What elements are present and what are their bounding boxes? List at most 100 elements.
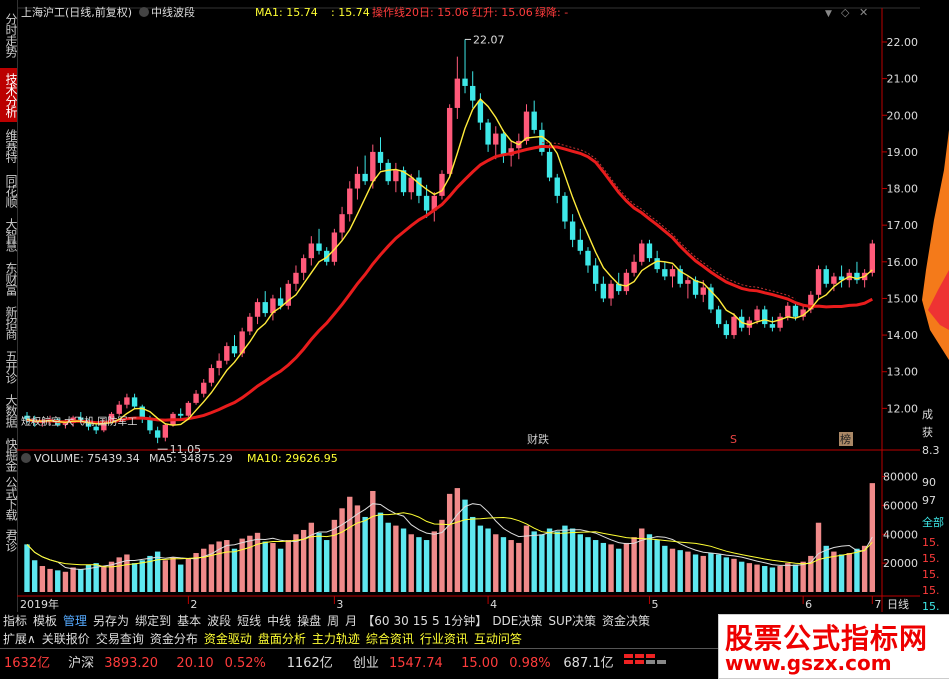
volume-bars xyxy=(24,483,876,592)
ext-item-5[interactable]: 盘面分析 xyxy=(255,630,309,648)
toolbar-item-18[interactable]: SUP决策 xyxy=(545,612,599,630)
volume-bar xyxy=(247,535,253,592)
candle xyxy=(439,170,445,200)
candle xyxy=(201,379,207,398)
candle xyxy=(746,316,753,336)
sidebar-tab-7[interactable]: 五开诊 xyxy=(0,344,18,388)
ext-item-6[interactable]: 主力轨迹 xyxy=(309,630,363,648)
candle xyxy=(662,261,668,281)
volume-bar xyxy=(224,540,230,592)
toolbar-item-19[interactable]: 资金决策 xyxy=(599,612,653,630)
price-tick-label: 13.00 xyxy=(887,366,919,379)
volume-bar xyxy=(685,551,691,592)
candle xyxy=(546,144,553,182)
sidebar-tab-6[interactable]: 新招商 xyxy=(0,300,18,344)
sidebar-tab-1[interactable]: 技术分析 xyxy=(0,68,18,122)
sidebar-tab-0[interactable]: 分时走势 xyxy=(0,2,18,68)
green-fall-value: 绿降: - xyxy=(535,5,568,19)
volume-bar xyxy=(462,499,468,592)
volume-bar xyxy=(531,531,537,592)
left-sidebar: 分时走势 技术分析 维赛特 同花顺 大智慧 东财富 新招商 五开诊 大数据 快掘金 公式下载 君诊 xyxy=(0,0,18,612)
volume-bar xyxy=(646,534,653,592)
volume-bar xyxy=(101,566,107,592)
toolbar-item-0[interactable]: 指标 xyxy=(0,612,30,630)
volume-bar xyxy=(539,534,545,592)
volume-bar xyxy=(654,540,660,592)
toolbar-item-8[interactable]: 中线 xyxy=(264,612,294,630)
toolbar-item-10[interactable]: 周 xyxy=(324,612,342,630)
sidebar-tab-3[interactable]: 同花顺 xyxy=(0,168,18,212)
candle xyxy=(139,404,145,424)
candle xyxy=(462,39,468,94)
volume-bar xyxy=(277,548,284,592)
sidebar-tab-5[interactable]: 东财富 xyxy=(0,256,18,300)
volume-bar xyxy=(823,545,829,592)
candle xyxy=(362,155,368,185)
volume-bar xyxy=(178,564,184,592)
ext-item-9[interactable]: 互动问答 xyxy=(471,630,525,648)
volume-bar xyxy=(662,545,668,592)
ext-item-3[interactable]: 资金分布 xyxy=(147,630,201,648)
toolbar-item-17[interactable]: DDE决策 xyxy=(489,612,545,630)
sidebar-tab-4[interactable]: 大智慧 xyxy=(0,212,18,256)
toolbar-item-5[interactable]: 基本 xyxy=(174,612,204,630)
sh-index-change: 20.10 xyxy=(176,655,214,671)
candle xyxy=(224,342,230,365)
candle xyxy=(285,280,291,310)
volume-menu-icon[interactable] xyxy=(21,453,31,463)
ext-item-7[interactable]: 综合资讯 xyxy=(363,630,417,648)
volume-bar xyxy=(423,540,430,592)
indicator-menu-icon[interactable] xyxy=(139,7,149,17)
toolbar-item-6[interactable]: 波段 xyxy=(204,612,234,630)
toolbar-item-11[interactable]: 月 xyxy=(342,612,360,630)
candle xyxy=(470,71,476,108)
op-line-value: 操作线20日: 15.06 xyxy=(372,5,469,19)
right-panel-label: 8.3 xyxy=(922,444,940,457)
toolbar-item-13[interactable]: 30 xyxy=(391,612,410,630)
ext-item-8[interactable]: 行业资讯 xyxy=(417,630,471,648)
toolbar-item-7[interactable]: 短线 xyxy=(234,612,264,630)
toolbar-item-1[interactable]: 模板 xyxy=(30,612,60,630)
x-tick-label: 2019年 xyxy=(20,597,59,611)
ext-item-1[interactable]: 关联报价 xyxy=(39,630,93,648)
toolbar-item-15[interactable]: 5 xyxy=(430,612,442,630)
x-tick-label: 6 xyxy=(805,598,812,611)
kline-chart[interactable]: 上海沪工(日线,前复权) 中线波段 MA1: 15.74: 15.74 操作线20日:… xyxy=(17,0,920,612)
candle xyxy=(393,162,399,193)
sidebar-tab-10[interactable]: 公式下载 xyxy=(0,476,18,520)
ext-item-0[interactable]: 扩展∧ xyxy=(0,630,39,648)
volume-bar xyxy=(55,570,61,592)
volume-bar xyxy=(785,563,791,592)
volume-bar xyxy=(738,561,745,592)
sidebar-tab-11[interactable]: 君诊 xyxy=(0,520,18,560)
price-tick-label: 17.00 xyxy=(887,219,919,232)
toolbar-item-4[interactable]: 绑定到 xyxy=(132,612,174,630)
sidebar-tab-2[interactable]: 维赛特 xyxy=(0,122,18,168)
price-tick-label: 14.00 xyxy=(887,329,919,342)
toolbar-item-9[interactable]: 操盘 xyxy=(294,612,324,630)
candle xyxy=(377,137,384,171)
toolbar-item-16[interactable]: 1分钟】 xyxy=(442,612,490,630)
volume-bar xyxy=(408,534,414,592)
sidebar-tab-9[interactable]: 快掘金 xyxy=(0,432,18,476)
candle xyxy=(116,401,122,416)
candle xyxy=(838,265,845,288)
toolbar-item-2[interactable]: 管理 xyxy=(60,612,90,630)
volume-bar xyxy=(39,566,46,592)
volume-bar xyxy=(239,538,245,592)
volume-bar xyxy=(762,566,768,592)
toolbar-item-12[interactable]: 【60 xyxy=(360,612,391,630)
volume-bar xyxy=(861,545,868,592)
volume-bar xyxy=(592,540,599,592)
toolbar-item-14[interactable]: 15 xyxy=(411,612,430,630)
sidebar-tab-8[interactable]: 大数据 xyxy=(0,388,18,432)
candle xyxy=(316,228,322,255)
candle xyxy=(554,173,560,204)
toolbar-item-3[interactable]: 另存为 xyxy=(90,612,132,630)
volume-bar xyxy=(477,525,484,592)
right-panel-label: 90 xyxy=(922,476,936,489)
cy-index-label[interactable]: 创业 xyxy=(353,650,385,678)
sh-index-label[interactable]: 沪深 xyxy=(68,650,100,678)
ext-item-2[interactable]: 交易查询 xyxy=(93,630,147,648)
ext-item-4[interactable]: 资金驱动 xyxy=(201,630,255,648)
